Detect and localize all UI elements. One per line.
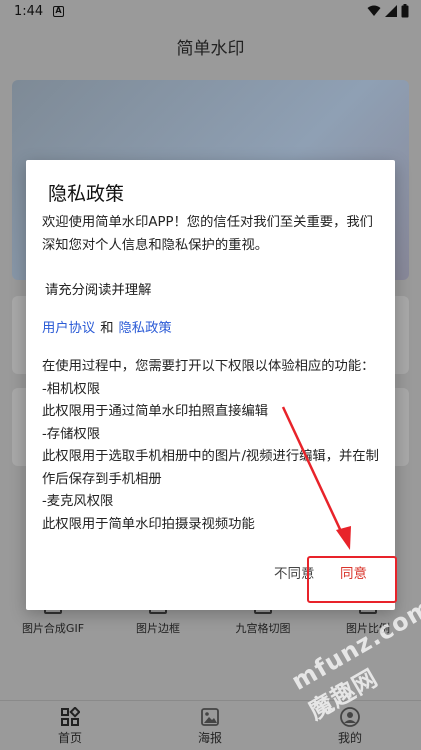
annotation-arrow	[281, 406, 351, 550]
annotation-box	[307, 556, 397, 603]
